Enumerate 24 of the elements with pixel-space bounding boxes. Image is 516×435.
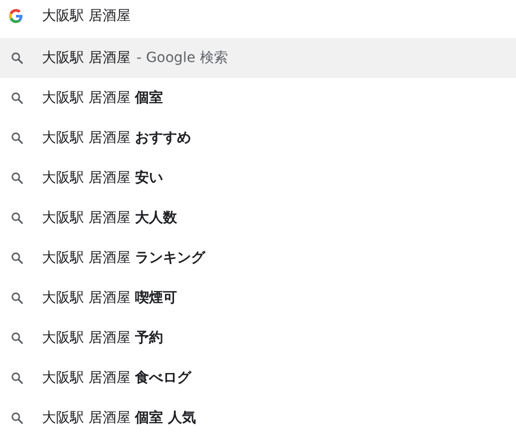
search-icon [11, 52, 23, 64]
search-icon [11, 92, 23, 104]
google-logo-icon [9, 9, 23, 23]
suggestion-text: 大阪駅 居酒屋 個室 人気 [42, 409, 196, 427]
suggestion-text: 大阪駅 居酒屋 予約 [42, 329, 163, 347]
suggestion-text: 大阪駅 居酒屋 大人数 [42, 209, 177, 227]
suggestion-text: 大阪駅 居酒屋 [42, 49, 130, 67]
suggestion-item[interactable]: 大阪駅 居酒屋 - Google 検索 [0, 38, 516, 78]
search-icon [11, 252, 23, 264]
suggestion-text: 大阪駅 居酒屋 ランキング [42, 249, 205, 267]
suggestion-text: 大阪駅 居酒屋 喫煙可 [42, 289, 177, 307]
search-icon [11, 212, 23, 224]
search-icon [11, 172, 23, 184]
suggestion-text: 大阪駅 居酒屋 個室 [42, 89, 163, 107]
search-input-field[interactable]: 大阪駅 居酒屋 [42, 8, 462, 24]
suggestion-text: 大阪駅 居酒屋 おすすめ [42, 129, 191, 147]
search-icon [11, 132, 23, 144]
search-icon [11, 332, 23, 344]
search-hint-text: - Google 検索 [136, 49, 228, 67]
search-icon [11, 412, 23, 424]
search-icon [11, 372, 23, 384]
suggestion-text: 大阪駅 居酒屋 安い [42, 169, 163, 187]
suggestion-text: 大阪駅 居酒屋 食べログ [42, 369, 191, 387]
search-icon [11, 292, 23, 304]
